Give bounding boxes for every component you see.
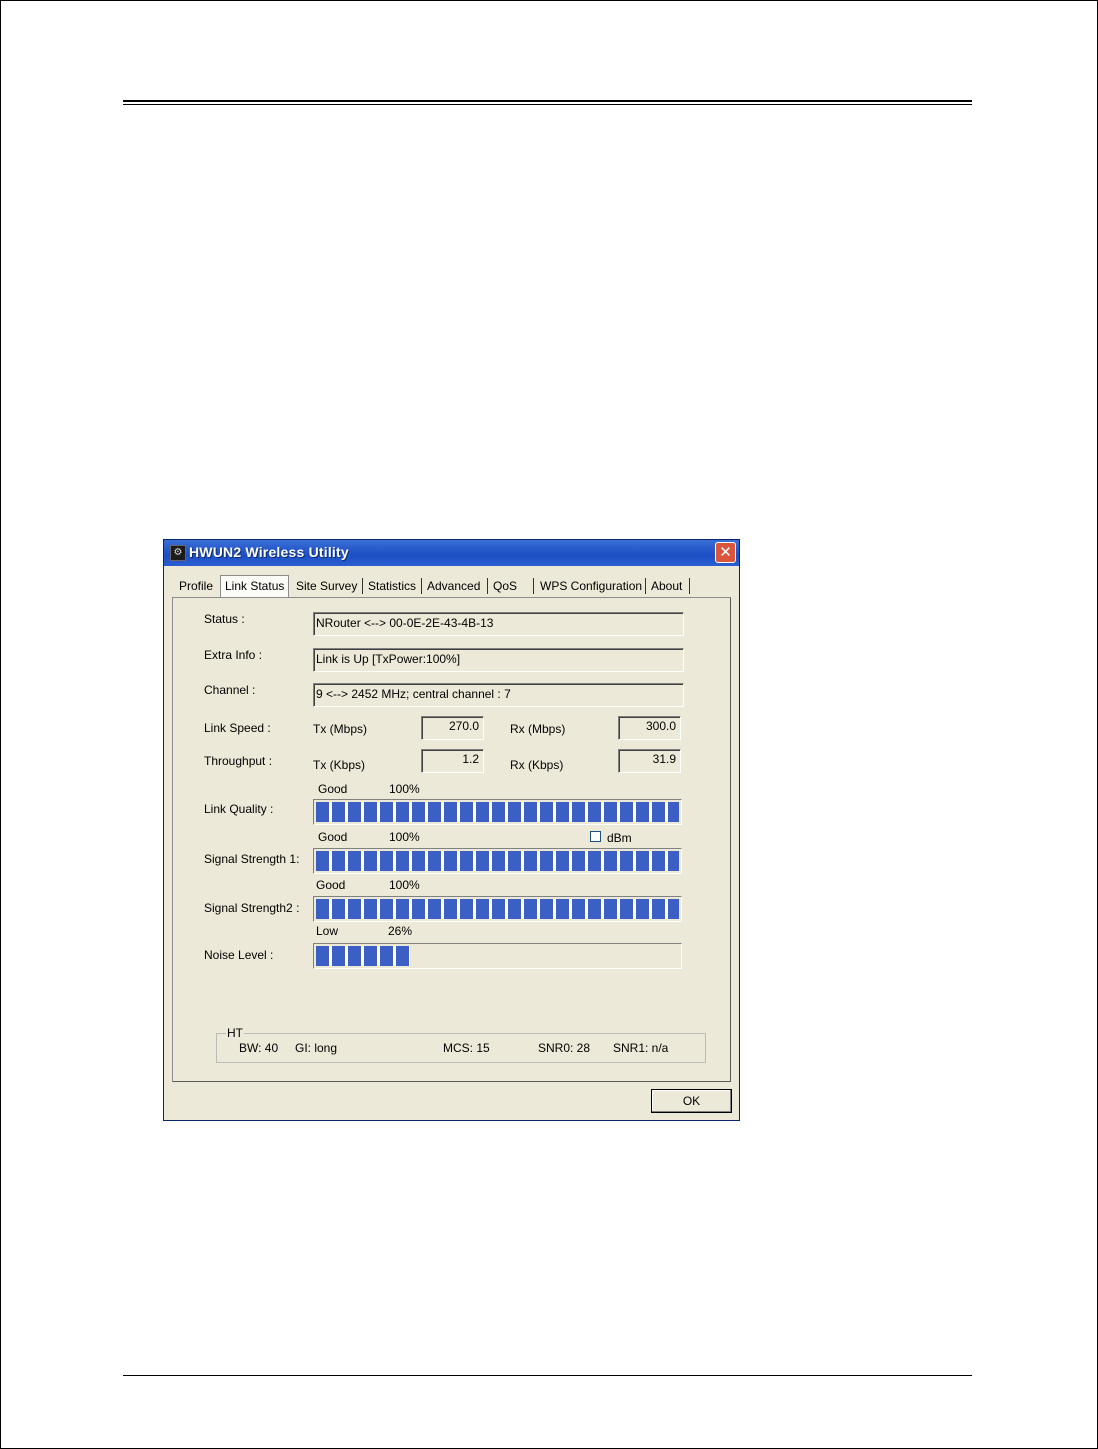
signal-strength-1-meter xyxy=(313,848,682,874)
ht-snr0: SNR0: 28 xyxy=(538,1041,591,1055)
link-quality-meter xyxy=(313,799,682,825)
link-quality-meter-fill xyxy=(316,802,679,822)
throughput-label: Throughput : xyxy=(204,754,273,768)
signal-strength-2-meter xyxy=(313,896,682,922)
link-speed-rx-value: 300.0 xyxy=(618,716,681,740)
channel-field: 9 <--> 2452 MHz; central channel : 7 xyxy=(313,683,684,707)
tab-link-status[interactable]: Link Status xyxy=(220,575,290,597)
extra-info-field: Link is Up [TxPower:100%] xyxy=(313,648,684,672)
tab-profile[interactable]: Profile xyxy=(179,579,213,593)
header-rule xyxy=(123,100,972,102)
link-speed-tx-label: Tx (Mbps) xyxy=(313,722,367,736)
throughput-rx-label: Rx (Kbps) xyxy=(510,758,564,772)
extra-info-label: Extra Info : xyxy=(204,648,263,662)
channel-label: Channel : xyxy=(204,683,256,697)
link-speed-label: Link Speed : xyxy=(204,721,271,735)
wireless-utility-window: ⚙ HWUN2 Wireless Utility ✕ Profile Link … xyxy=(163,539,740,1121)
signal-strength-2-rating: Good xyxy=(316,878,346,892)
signal-strength-1-meter-fill xyxy=(316,851,679,871)
link-quality-rating: Good xyxy=(318,782,348,796)
noise-level-label: Noise Level : xyxy=(204,948,274,962)
tab-advanced[interactable]: Advanced xyxy=(427,579,480,593)
signal-strength-1-rating: Good xyxy=(318,830,348,844)
status-field: NRouter <--> 00-0E-2E-43-4B-13 xyxy=(313,612,684,636)
close-icon: ✕ xyxy=(719,544,732,561)
tab-separator xyxy=(645,578,646,594)
dbm-label: dBm xyxy=(607,831,632,845)
link-quality-percent: 100% xyxy=(389,782,420,796)
footer-rule xyxy=(123,1375,972,1376)
status-label: Status : xyxy=(204,612,245,626)
link-speed-rx-label: Rx (Mbps) xyxy=(510,722,566,736)
tab-site-survey[interactable]: Site Survey xyxy=(296,579,357,593)
signal-strength-1-label: Signal Strength 1: xyxy=(204,852,300,866)
signal-strength-1-percent: 100% xyxy=(389,830,420,844)
link-quality-label: Link Quality : xyxy=(204,802,274,816)
noise-level-meter-fill xyxy=(316,946,411,966)
ht-snr1: SNR1: n/a xyxy=(613,1041,669,1055)
ht-mcs: MCS: 15 xyxy=(443,1041,490,1055)
tab-about[interactable]: About xyxy=(651,579,682,593)
tab-separator xyxy=(421,578,422,594)
ht-gi: GI: long xyxy=(295,1041,338,1055)
throughput-rx-value: 31.9 xyxy=(618,749,681,773)
signal-strength-2-percent: 100% xyxy=(389,878,420,892)
tab-qos[interactable]: QoS xyxy=(493,579,517,593)
dbm-checkbox[interactable] xyxy=(590,831,601,842)
noise-level-rating: Low xyxy=(316,924,339,938)
tab-statistics[interactable]: Statistics xyxy=(368,579,416,593)
tab-wps-configuration[interactable]: WPS Configuration xyxy=(540,579,642,593)
tab-separator xyxy=(533,578,534,594)
tab-separator xyxy=(487,578,488,594)
throughput-tx-value: 1.2 xyxy=(421,749,484,773)
ht-legend: HT xyxy=(226,1026,244,1040)
link-speed-tx-value: 270.0 xyxy=(421,716,484,740)
tab-separator xyxy=(689,578,690,594)
throughput-tx-label: Tx (Kbps) xyxy=(313,758,366,772)
close-button[interactable]: ✕ xyxy=(715,542,736,563)
noise-level-percent: 26% xyxy=(388,924,413,938)
signal-strength-2-label: Signal Strength2 : xyxy=(204,901,300,915)
noise-level-meter xyxy=(313,943,682,969)
tab-separator xyxy=(362,578,363,594)
header-rule-thin xyxy=(123,104,972,105)
window-title: HWUN2 Wireless Utility xyxy=(189,544,349,560)
signal-strength-2-meter-fill xyxy=(316,899,679,919)
ht-bw: BW: 40 xyxy=(239,1041,279,1055)
ok-button[interactable]: OK xyxy=(651,1089,732,1113)
title-bar[interactable]: ⚙ HWUN2 Wireless Utility ✕ xyxy=(164,540,739,566)
app-icon: ⚙ xyxy=(170,545,186,561)
